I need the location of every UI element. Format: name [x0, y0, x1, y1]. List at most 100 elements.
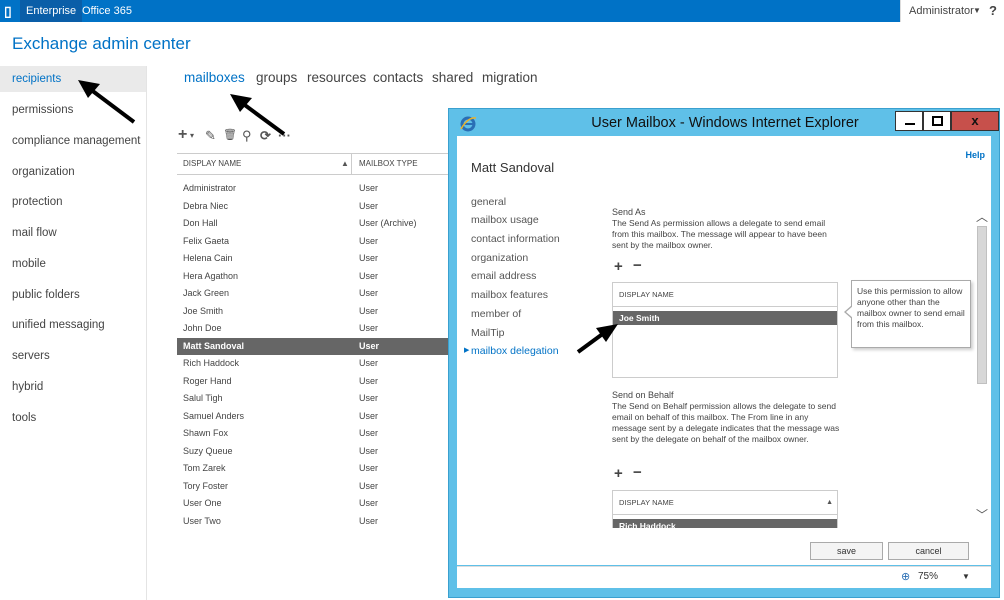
column-header-mailbox-type[interactable]: MAILBOX TYPE [359, 154, 418, 174]
scrollbar-thumb[interactable] [977, 226, 987, 384]
send-on-behalf-add-icon[interactable]: + [614, 465, 623, 482]
table-row[interactable]: Tom Zarek User [177, 460, 449, 478]
dialog-nav-member-of[interactable]: member of [471, 306, 611, 322]
list-item[interactable]: Rich Haddock [613, 519, 837, 528]
dialog-nav-organization[interactable]: organization [471, 250, 611, 266]
close-button[interactable]: x [951, 111, 999, 131]
tab-migration[interactable]: migration [482, 70, 538, 85]
table-row[interactable]: Shawn Fox User [177, 425, 449, 443]
scroll-down-icon[interactable]: ﹀ [976, 506, 988, 523]
user-area: Administrator ▼ ? [900, 0, 1004, 22]
table-row[interactable]: Tory Foster User [177, 478, 449, 496]
table-row[interactable]: John Doe User [177, 320, 449, 338]
help-link[interactable]: Help [965, 150, 985, 160]
tab-shared[interactable]: shared [432, 70, 473, 85]
row-mailbox-type: User [359, 410, 379, 421]
nav-item-servers[interactable]: servers [0, 343, 146, 369]
table-row[interactable]: Hera Agathon User [177, 268, 449, 286]
row-display-name: Helena Cain [183, 253, 233, 263]
table-row[interactable]: Salul Tigh User [177, 390, 449, 408]
row-display-name: Shawn Fox [183, 428, 229, 438]
table-row[interactable]: Joe Smith User [177, 303, 449, 321]
table-row[interactable]: Felix Gaeta User [177, 233, 449, 251]
scroll-up-icon[interactable]: ︿ [976, 208, 988, 225]
tab-resources[interactable]: resources [307, 70, 366, 85]
office365-link[interactable]: Office 365 [76, 0, 138, 22]
nav-item-protection[interactable]: protection [0, 189, 146, 215]
tab-mailboxes[interactable]: mailboxes [184, 70, 245, 85]
table-row[interactable]: Helena Cain User [177, 250, 449, 268]
send-as-remove-icon[interactable]: − [633, 257, 642, 274]
mailbox-user-name: Matt Sandoval [471, 160, 555, 175]
dialog-nav-contact-information[interactable]: contact information [471, 231, 611, 247]
admin-menu[interactable]: Administrator [909, 0, 974, 22]
send-on-behalf-remove-icon[interactable]: − [633, 464, 642, 481]
nav-item-organization[interactable]: organization [0, 159, 146, 185]
dialog-nav-label: mailbox delegation [471, 345, 559, 357]
help-icon[interactable]: ? [989, 0, 997, 22]
row-mailbox-type: User [359, 445, 379, 456]
cancel-button[interactable]: cancel [888, 542, 969, 560]
row-display-name: Salul Tigh [183, 393, 223, 403]
table-row[interactable]: Don Hall User (Archive) [177, 215, 449, 233]
dialog-nav-email-address[interactable]: email address [471, 268, 611, 284]
send-on-behalf-list-header[interactable]: DISPLAY NAME [613, 491, 837, 515]
table-row[interactable]: Debra Niec User [177, 198, 449, 216]
nav-item-mobile[interactable]: mobile [0, 251, 146, 277]
row-display-name: Felix Gaeta [183, 235, 230, 246]
edit-icon[interactable]: ✎ [205, 128, 216, 144]
enterprise-link[interactable]: Enterprise [20, 0, 83, 22]
dialog-nav-mailbox-features[interactable]: mailbox features [471, 287, 611, 303]
tab-contacts[interactable]: contacts [373, 70, 423, 85]
chevron-down-icon[interactable]: ▼ [973, 0, 981, 22]
list-item[interactable]: Joe Smith [613, 311, 837, 325]
nav-item-public-folders[interactable]: public folders [0, 282, 146, 308]
row-display-name: Rich Haddock [183, 358, 240, 368]
table-row[interactable]: Roger Hand User [177, 373, 449, 391]
minimize-button[interactable] [895, 111, 923, 131]
table-row[interactable]: Samuel Anders User [177, 408, 449, 426]
row-mailbox-type: User [359, 358, 379, 368]
save-button[interactable]: save [810, 542, 883, 560]
tab-groups[interactable]: groups [256, 70, 297, 85]
left-nav: recipients permissions compliance manage… [0, 66, 147, 600]
sort-ascending-icon[interactable]: ▲ [341, 154, 349, 174]
row-mailbox-type: User [359, 463, 379, 473]
row-display-name: Debra Niec [183, 200, 229, 211]
send-as-add-icon[interactable]: + [614, 258, 623, 275]
send-as-description: The Send As permission allows a delegate… [612, 218, 827, 250]
table-row[interactable]: Suzy Queue User [177, 443, 449, 461]
chevron-down-icon[interactable]: ▾ [190, 131, 194, 140]
maximize-button[interactable] [923, 111, 951, 131]
maximize-icon [932, 116, 943, 126]
chevron-down-icon[interactable]: ▼ [962, 572, 970, 581]
sort-ascending-icon[interactable]: ▲ [826, 491, 833, 515]
row-mailbox-type: User [359, 323, 379, 333]
zoom-level[interactable]: 75% [918, 571, 938, 582]
table-row[interactable]: Jack Green User [177, 285, 449, 303]
zoom-icon[interactable]: ⊕ [901, 570, 910, 583]
table-row-selected[interactable]: Matt Sandoval User [177, 337, 449, 355]
table-row[interactable]: User One User [177, 495, 449, 513]
nav-item-hybrid[interactable]: hybrid [0, 374, 146, 400]
table-row[interactable]: Rich Haddock User [177, 355, 449, 373]
table-row[interactable]: User Two User [177, 513, 449, 531]
nav-item-mail-flow[interactable]: mail flow [0, 220, 146, 246]
nav-item-tools[interactable]: tools [0, 405, 146, 431]
nav-item-unified-messaging[interactable]: unified messaging [0, 312, 146, 338]
add-icon[interactable]: + [178, 126, 187, 144]
send-on-behalf-list: DISPLAY NAME ▲ Rich Haddock [612, 490, 838, 528]
nav-item-compliance-management[interactable]: compliance management [0, 128, 146, 154]
dialog-nav-mailbox-usage[interactable]: mailbox usage [471, 212, 611, 228]
send-as-list-header[interactable]: DISPLAY NAME [613, 283, 837, 307]
send-on-behalf-title: Send on Behalf [612, 390, 674, 400]
dialog-content: Help Matt Sandoval general mailbox usage… [457, 136, 991, 565]
close-icon: x [971, 113, 979, 128]
dialog-nav-general[interactable]: general [471, 194, 611, 210]
row-display-name: Roger Hand [183, 375, 232, 386]
table-row[interactable]: Administrator User [177, 180, 449, 198]
column-header-display-name[interactable]: DISPLAY NAME [177, 154, 352, 174]
send-as-list: DISPLAY NAME Joe Smith [612, 282, 838, 378]
annotation-arrow-icon [78, 80, 136, 124]
office-logo-icon[interactable]: ▯ [4, 3, 16, 19]
